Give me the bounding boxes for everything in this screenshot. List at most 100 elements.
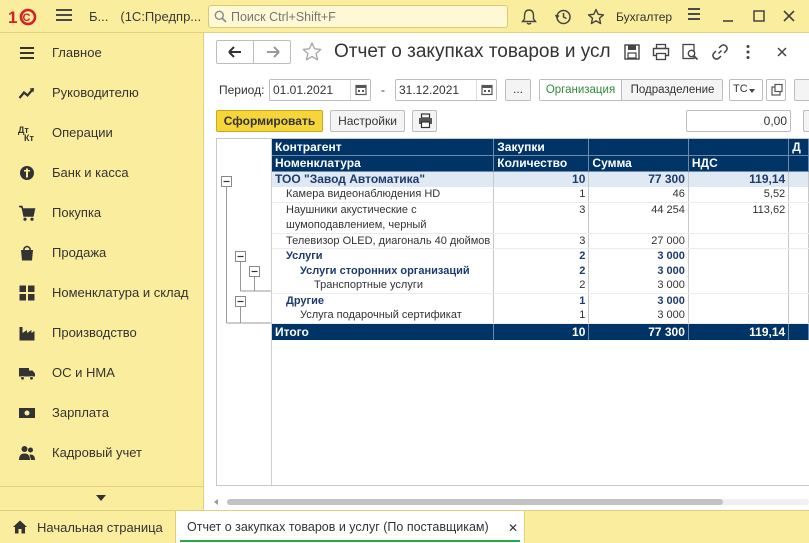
user-name[interactable]: Бухгалтер	[616, 10, 672, 24]
save-icon[interactable]	[623, 43, 641, 61]
printer-icon	[419, 113, 432, 129]
tab-report[interactable]: Отчет о закупках товаров и услуг (По пос…	[175, 511, 525, 543]
back-button[interactable]	[217, 41, 254, 63]
search-box[interactable]	[208, 5, 508, 28]
more-actions-icon[interactable]	[739, 43, 757, 61]
truck-icon	[19, 368, 35, 381]
svg-text:С: С	[23, 12, 31, 24]
maximize-icon[interactable]	[751, 8, 767, 24]
sidebar-item-fixed-assets[interactable]: ОС и НМА	[0, 353, 203, 393]
table-row[interactable]: Услуги сторонних организаций 2 3 000	[272, 263, 809, 278]
minimize-icon[interactable]	[720, 8, 736, 24]
vat-cell: 113,62	[688, 202, 790, 234]
header-cell	[788, 155, 809, 172]
empty-cell	[788, 263, 809, 278]
date-to-input[interactable]	[399, 82, 475, 98]
arrow-left-icon	[228, 46, 241, 58]
tab-subdivision[interactable]: Подразделение	[623, 80, 722, 100]
report-form: Отчет о закупках товаров и усл... Период…	[205, 33, 809, 510]
calendar-button[interactable]	[350, 80, 370, 100]
search-icon	[214, 10, 227, 23]
sum-cell: 3 000	[588, 308, 689, 324]
header-cell: НДС	[688, 155, 790, 172]
table-row[interactable]: Телевизор OLED, диагональ 40 дюймов 3 27 0…	[272, 233, 809, 249]
calendar-icon	[481, 84, 493, 96]
sidebar-item-hr[interactable]: Кадровый учет	[0, 433, 203, 473]
table-row[interactable]: ТОО "Завод Автоматика" 10 77 300 119,14	[272, 171, 809, 187]
date-from-input[interactable]	[273, 82, 349, 98]
print-icon[interactable]	[652, 43, 670, 61]
main-menu-icon[interactable]	[56, 9, 72, 23]
amount-field[interactable]	[686, 110, 791, 132]
sidebar-item-nomenclature-warehouse[interactable]: Номенклатура и склад	[0, 273, 203, 313]
sum-cell: 3 000	[588, 293, 689, 308]
header-cell: Сумма	[588, 155, 689, 172]
page-title: Отчет о закупках товаров и усл...	[334, 41, 612, 62]
sidebar-scroll-down[interactable]	[0, 486, 203, 510]
sidebar-item-production[interactable]: Производство	[0, 313, 203, 353]
sidebar-item-main[interactable]: Главное	[0, 33, 203, 73]
total-quantity: 10	[493, 323, 590, 340]
organization-select[interactable]: ТС	[729, 79, 763, 101]
forward-button[interactable]	[254, 41, 291, 63]
scrollbar-thumb[interactable]	[227, 499, 723, 505]
table-row[interactable]: Другие 1 3 000	[272, 293, 809, 308]
menu-lines-icon	[20, 47, 34, 59]
bell-icon[interactable]	[520, 8, 538, 26]
total-row[interactable]: Итого 10 77 300 119,14	[272, 323, 809, 340]
search-input[interactable]	[231, 8, 501, 25]
close-tab-icon[interactable]: ✕	[508, 521, 518, 535]
grid-icon	[19, 285, 35, 301]
sidebar-item-operations[interactable]: Дт Кт Операции	[0, 113, 203, 153]
user-menu-icon[interactable]	[688, 8, 700, 24]
close-form-icon[interactable]	[773, 43, 791, 61]
open-organization-button[interactable]	[766, 79, 786, 101]
sidebar-item-manager[interactable]: Руководителю	[0, 73, 203, 113]
date-from-field[interactable]	[269, 79, 371, 101]
open-window-icon	[771, 83, 783, 96]
tab-home-page[interactable]: Начальная страница	[0, 511, 171, 543]
preview-icon[interactable]	[681, 43, 699, 61]
history-icon[interactable]	[554, 8, 572, 26]
1c-logo-icon[interactable]: 1 С	[8, 7, 44, 27]
horizontal-scrollbar[interactable]	[205, 496, 809, 508]
sidebar-item-salary[interactable]: Зарплата	[0, 393, 203, 433]
favorites-star-icon[interactable]	[587, 8, 605, 26]
table-row[interactable]: Камера видеонаблюдения HD 1 46 5,52	[272, 187, 809, 203]
table-row[interactable]: Услуги 2 3 000	[272, 248, 809, 263]
date-to-field[interactable]	[395, 79, 497, 101]
collapse-group-icon[interactable]	[221, 176, 232, 187]
row-name-cell: Наушники акустические с шумоподавлением,…	[272, 202, 495, 234]
print-button[interactable]	[412, 110, 437, 132]
link-icon[interactable]	[711, 43, 729, 61]
extra-button[interactable]	[794, 79, 809, 101]
table-header-row: Номенклатура Количество Сумма НДС	[272, 155, 809, 172]
table-row[interactable]: Наушники акустические с шумоподавлением,…	[272, 202, 809, 234]
generate-button[interactable]: Сформировать	[216, 110, 323, 132]
quantity-cell: 10	[493, 171, 590, 187]
arrow-right-icon	[267, 46, 280, 58]
amount-input[interactable]	[692, 113, 787, 129]
favorite-star-icon[interactable]	[301, 41, 323, 63]
collapse-group-icon[interactable]	[235, 251, 246, 262]
calendar-button[interactable]	[476, 80, 496, 100]
sidebar-item-bank-cash[interactable]: Банк и касса	[0, 153, 203, 193]
tab-organization[interactable]: Организация	[540, 80, 622, 100]
scroll-left-icon[interactable]	[214, 499, 218, 505]
extra-button-2[interactable]	[803, 110, 809, 132]
empty-cell	[788, 308, 809, 324]
quantity-cell: 3	[493, 233, 590, 249]
collapse-group-icon[interactable]	[249, 266, 260, 277]
period-select-button[interactable]: ...	[505, 79, 531, 101]
report-table: Контрагент Закупки Д Номенклатура Количе…	[272, 139, 809, 340]
settings-button[interactable]: Настройки	[330, 110, 405, 132]
table-row[interactable]: Услуга подарочный сертификат 1 3 000	[272, 308, 809, 324]
collapse-group-icon[interactable]	[235, 296, 246, 307]
period-label: Период:	[219, 83, 265, 97]
sidebar-item-purchase[interactable]: Покупка	[0, 193, 203, 233]
sidebar-item-sales[interactable]: Продажа	[0, 233, 203, 273]
table-row[interactable]: Транспортные услуги 2 3 000	[272, 278, 809, 294]
row-name-cell: Услуги сторонних организаций	[272, 263, 495, 278]
report-sheet[interactable]: Контрагент Закупки Д Номенклатура Количе…	[216, 138, 809, 486]
close-window-icon[interactable]	[781, 8, 797, 24]
